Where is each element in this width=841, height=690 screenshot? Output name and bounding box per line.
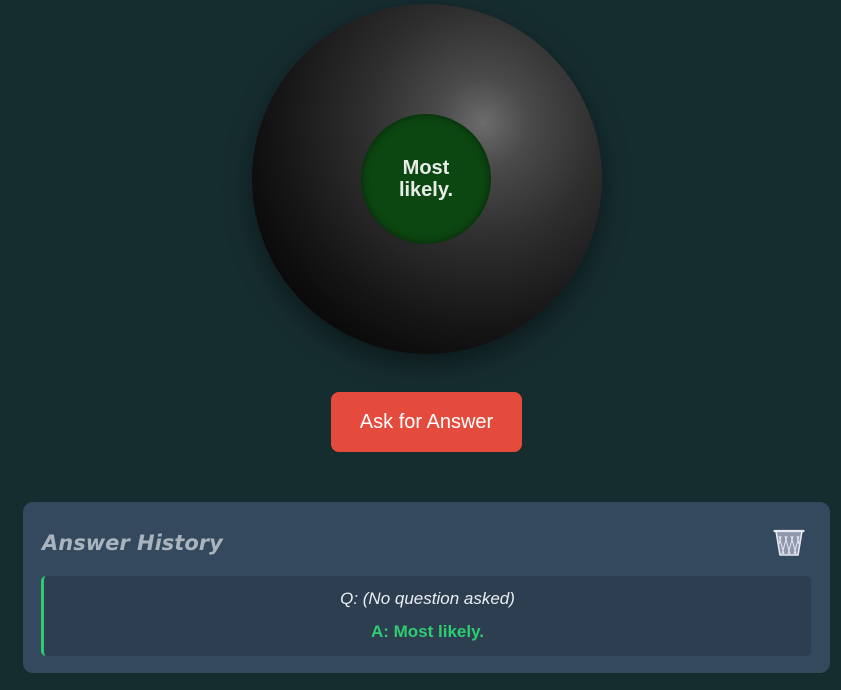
answer-window: Most likely. xyxy=(361,114,491,244)
page: Most likely. Ask for Answer Answer Histo… xyxy=(0,0,841,690)
answer-history-panel: Answer History Q: (No question asked) A:… xyxy=(23,502,830,673)
entry-question: Q: (No question asked) xyxy=(340,589,515,608)
wastebasket-icon xyxy=(773,529,805,556)
ask-for-answer-button[interactable]: Ask for Answer xyxy=(331,392,522,452)
ball-answer-text: Most likely. xyxy=(398,157,454,201)
entry-answer: A: Most likely. xyxy=(370,622,485,641)
clear-history-button[interactable] xyxy=(772,526,806,558)
history-entry: Q: (No question asked) A: Most likely. xyxy=(41,576,811,656)
magic-eight-ball: Most likely. xyxy=(252,4,602,354)
history-title: Answer History xyxy=(42,531,223,555)
